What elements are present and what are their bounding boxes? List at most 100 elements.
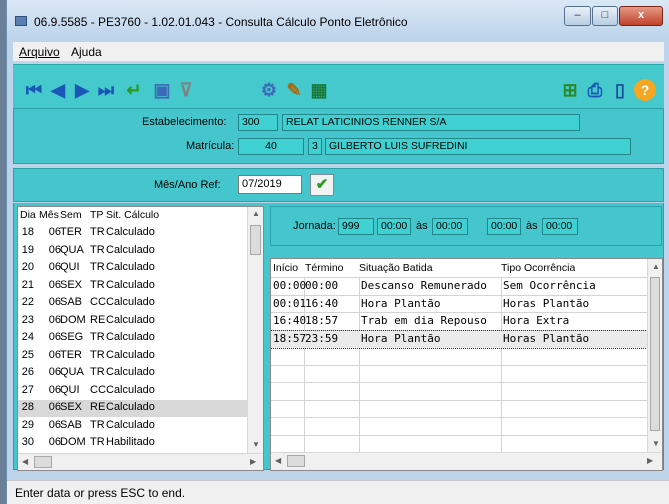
day-row[interactable]: 23 06 DOM RE Calculado [18,313,247,330]
day-cell-month: 06 [48,418,61,431]
day-cell-situation: Calculado [106,383,155,396]
day-row[interactable]: 24 06 SEG TR Calculado [18,330,247,347]
main-window: 06.9.5585 - PE3760 - 1.02.01.043 - Consu… [6,0,669,504]
batidas-horizontal-scrollbar[interactable]: ◀ ▶ [271,452,662,470]
batida-row[interactable]: 00:01 16:40 Hora Plantão Horas Plantão [271,296,647,313]
day-cell-situation: Calculado [106,243,155,256]
day-cell-day: 25 [21,348,34,361]
exit-icon[interactable]: ▯ [609,79,631,101]
day-cell-situation: Habilitado [106,436,155,448]
employee-panel: Estabelecimento: 300 RELAT LATICINIOS RE… [13,108,664,164]
matricula-number: 40 [238,138,304,155]
batidas-vertical-scrollbar[interactable]: ▲ ▼ [647,259,662,452]
day-row[interactable]: 22 06 SAB CC Calculado [18,295,247,312]
col-dia: Dia [20,209,36,221]
help-icon[interactable]: ? [634,79,656,101]
days-grid-header: Dia Mês Sem TP Sit. Cálculo [18,208,248,225]
day-cell-tp: CC [90,296,106,308]
day-cell-tp: TR [90,348,105,361]
print-icon[interactable]: ⎙ [584,79,606,101]
batida-cell-termino: 00:00 [305,279,339,292]
export-icon[interactable]: ▦ [308,79,330,101]
previous-record-icon[interactable]: ◀ [47,79,69,101]
day-cell-month: 06 [48,401,61,413]
days-hscroll-thumb[interactable] [34,456,52,468]
day-row[interactable]: 21 06 SEX TR Calculado [18,278,247,295]
day-cell-tp: RE [90,313,106,326]
filter-icon[interactable]: ⊽ [175,79,197,101]
preview-icon[interactable]: ▣ [151,79,173,101]
day-cell-month: 06 [48,313,61,326]
batida-row[interactable]: 00:00 00:00 Descanso Remunerado Sem Ocorrên… [271,278,647,295]
estabelecimento-label: Estabelecimento: [142,116,227,128]
day-cell-day: 28 [21,401,34,413]
day-cell-tp: TR [90,436,105,448]
batida-cell-tipo-ocorrencia: Horas Plantão [503,296,590,310]
ref-month-year-input[interactable]: 07/2019 [238,175,302,194]
day-row[interactable]: 26 06 QUA TR Calculado [18,365,247,382]
day-cell-weekday: QUA [60,243,84,256]
menu-ajuda[interactable]: Ajuda [71,45,102,59]
batidas-grid[interactable]: Início Término Situação Batida Tipo Ocor… [270,258,663,471]
matricula-label: Matrícula: [186,140,235,152]
first-record-icon[interactable]: ⏮ [23,79,45,101]
days-scroll-thumb[interactable] [250,225,261,255]
day-row[interactable]: 28 06 SEX RE Calculado [18,400,247,417]
day-row[interactable]: 19 06 QUA TR Calculado [18,243,247,260]
settings-icon[interactable]: ⚙ [258,79,280,101]
day-cell-day: 21 [21,278,34,291]
day-cell-tp: TR [90,331,105,343]
days-grid[interactable]: Dia Mês Sem TP Sit. Cálculo 18 06 TER TR Cal… [17,206,264,471]
day-cell-month: 06 [48,436,61,448]
day-row[interactable]: 18 06 TER TR Calculado [18,225,247,242]
day-cell-day: 22 [21,296,34,308]
calculate-icon[interactable]: ✎ [283,79,305,101]
last-record-icon[interactable]: ⏭ [95,79,117,101]
maximize-button[interactable]: □ [592,6,618,26]
day-cell-weekday: QUA [60,366,84,378]
day-cell-situation: Calculado [106,331,155,343]
batida-cell-termino: 16:40 [305,296,339,310]
batidas-hscroll-thumb[interactable] [287,455,305,467]
day-row[interactable]: 30 06 DOM TR Habilitado [18,435,247,452]
day-cell-month: 06 [48,296,61,308]
tree-icon[interactable]: ⊞ [559,79,581,101]
day-cell-weekday: SEG [60,331,84,343]
ref-label: Mês/Ano Ref: [154,179,221,191]
day-cell-situation: Calculado [106,313,155,326]
menu-arquivo[interactable]: Arquivo [19,45,60,59]
day-cell-weekday: SEX [60,278,83,291]
batidas-grid-header: Início Término Situação Batida Tipo Ocor… [271,261,647,278]
batidas-scroll-thumb[interactable] [650,277,660,431]
confirm-button[interactable]: ✔ [310,174,334,196]
return-icon[interactable]: ↵ [123,79,145,101]
batida-row[interactable]: 18:57 23:59 Hora Plantão Horas Plantão [271,329,648,349]
col-situacao-batida: Situação Batida [359,262,433,274]
day-row[interactable]: 20 06 QUI TR Calculado [18,260,247,277]
jornada-start-2: 00:00 [487,218,521,235]
close-button[interactable]: x [619,6,663,26]
jornada-start-1: 00:00 [377,218,411,235]
day-row[interactable]: 25 06 TER TR Calculado [18,348,247,365]
day-cell-tp: TR [90,261,105,273]
matricula-digit: 3 [308,138,322,155]
day-cell-weekday: QUI [60,383,80,396]
batida-row[interactable]: 16:40 18:57 Trab em dia Repouso Hora Extra [271,313,647,330]
days-horizontal-scrollbar[interactable]: ◀ ▶ [18,453,263,470]
day-cell-tp: RE [90,401,106,413]
col-tp: TP [90,209,104,221]
next-record-icon[interactable]: ▶ [71,79,93,101]
batida-cell-tipo-ocorrencia: Horas Plantão [503,331,590,345]
day-cell-weekday: SAB [60,296,83,308]
day-cell-day: 29 [21,418,34,431]
day-cell-weekday: DOM [60,436,86,448]
day-row[interactable]: 29 06 SAB TR Calculado [18,418,247,435]
minimize-button[interactable]: – [564,6,591,26]
days-vertical-scrollbar[interactable]: ▲ ▼ [247,207,263,453]
day-cell-month: 06 [48,261,61,273]
day-cell-tp: CC [90,383,106,396]
day-cell-day: 24 [21,331,34,343]
day-row[interactable]: 27 06 QUI CC Calculado [18,383,247,400]
col-sit-calculo: Sit. Cálculo [106,209,160,221]
title-bar[interactable]: 06.9.5585 - PE3760 - 1.02.01.043 - Consu… [7,0,669,40]
